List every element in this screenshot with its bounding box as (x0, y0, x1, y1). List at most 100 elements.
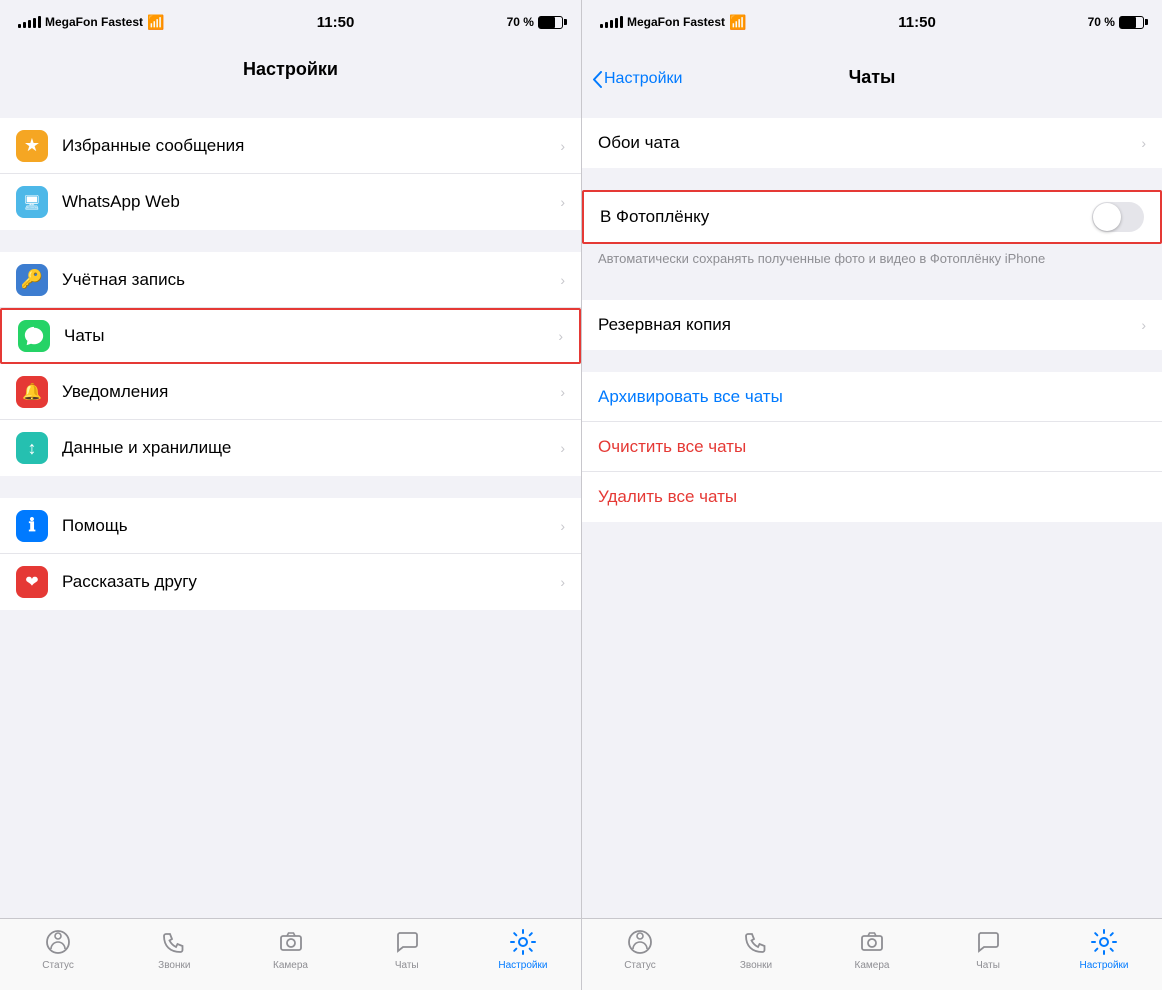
camera-icon-right (857, 927, 887, 957)
chats-icon (18, 320, 50, 352)
battery-area-right: 70 % (1088, 15, 1144, 29)
tab-chats-left[interactable]: Чаты (349, 927, 465, 971)
tab-status-label-right: Статус (624, 960, 656, 971)
notifications-label: Уведомления (62, 382, 552, 402)
row-delete-all[interactable]: Удалить все чаты (582, 472, 1162, 522)
help-icon: ℹ (16, 510, 48, 542)
row-tell-friend[interactable]: ❤ Рассказать другу › (0, 554, 581, 610)
row-chats[interactable]: Чаты › (0, 308, 581, 364)
row-chat-wallpaper[interactable]: Обои чата › (582, 118, 1162, 168)
tab-calls-label-right: Звонки (740, 960, 772, 971)
data-chevron: › (560, 440, 565, 456)
whatsapp-web-chevron: › (560, 194, 565, 210)
wifi-right: 📶 (729, 14, 746, 31)
tell-friend-icon: ❤ (16, 566, 48, 598)
row-archive-all[interactable]: Архивировать все чаты (582, 372, 1162, 422)
carrier-left: MegaFon Fastest (45, 15, 143, 29)
section-gap-r5 (582, 522, 1162, 544)
tab-status-label-left: Статус (42, 960, 74, 971)
help-chevron: › (560, 518, 565, 534)
archive-all-label: Архивировать все чаты (598, 387, 783, 407)
back-button[interactable]: Настройки (592, 70, 682, 88)
back-label: Настройки (604, 70, 682, 88)
row-save-to-camera-roll[interactable]: В Фотоплёнку (582, 190, 1162, 244)
status-icon-right (625, 927, 655, 957)
row-clear-all[interactable]: Очистить все чаты (582, 422, 1162, 472)
tab-chats-label-right: Чаты (976, 960, 1000, 971)
data-icon: ↕ (16, 432, 48, 464)
row-help[interactable]: ℹ Помощь › (0, 498, 581, 554)
settings-content-left: ★ Избранные сообщения › 🖥 WhatsApp Web ›… (0, 96, 581, 918)
notifications-icon: 🔔 (16, 376, 48, 408)
starred-icon: ★ (16, 130, 48, 162)
tab-camera-label-left: Камера (273, 960, 308, 971)
section-gap-1 (0, 96, 581, 118)
tab-calls-right[interactable]: Звонки (698, 927, 814, 971)
wifi-left: 📶 (147, 14, 164, 31)
row-backup[interactable]: Резервная копия › (582, 300, 1162, 350)
tab-status-right[interactable]: Статус (582, 927, 698, 971)
signal-left: MegaFon Fastest 📶 (18, 14, 164, 31)
section-gap-r1 (582, 96, 1162, 118)
tab-camera-right[interactable]: Камера (814, 927, 930, 971)
chats-tab-icon-right (973, 927, 1003, 957)
section-save-to-camera: В Фотоплёнку Автоматически сохранять пол… (582, 190, 1162, 278)
tab-chats-right[interactable]: Чаты (930, 927, 1046, 971)
chats-chevron: › (558, 328, 563, 344)
save-to-camera-toggle[interactable] (1092, 202, 1144, 232)
battery-icon-right (1119, 16, 1144, 29)
battery-fill-left (539, 17, 555, 28)
tab-settings-left[interactable]: Настройки (465, 927, 581, 971)
tab-status-left[interactable]: Статус (0, 927, 116, 971)
signal-bars-right (600, 16, 623, 28)
tab-settings-label-right: Настройки (1079, 960, 1128, 971)
chats-tab-icon-left (392, 927, 422, 957)
chats-label: Чаты (64, 326, 550, 346)
wallpaper-label: Обои чата (598, 133, 1141, 153)
section-gap-2 (0, 230, 581, 252)
row-starred[interactable]: ★ Избранные сообщения › (0, 118, 581, 174)
camera-icon-left (276, 927, 306, 957)
row-account[interactable]: 🔑 Учётная запись › (0, 252, 581, 308)
notifications-chevron: › (560, 384, 565, 400)
section-gap-3 (0, 476, 581, 498)
row-notifications[interactable]: 🔔 Уведомления › (0, 364, 581, 420)
right-panel: MegaFon Fastest 📶 11:50 70 % Настройки Ч… (581, 0, 1162, 990)
save-to-camera-label: В Фотоплёнку (600, 207, 1092, 227)
starred-chevron: › (560, 138, 565, 154)
battery-pct-left: 70 % (507, 15, 534, 29)
tab-bar-right: Статус Звонки Камера (582, 918, 1162, 990)
row-whatsapp-web[interactable]: 🖥 WhatsApp Web › (0, 174, 581, 230)
tab-camera-label-right: Камера (855, 960, 890, 971)
battery-icon-left (538, 16, 563, 29)
save-to-camera-subtext: Автоматически сохранять полученные фото … (582, 244, 1162, 278)
tab-calls-left[interactable]: Звонки (116, 927, 232, 971)
section-gap-r4 (582, 350, 1162, 372)
account-chevron: › (560, 272, 565, 288)
battery-fill-right (1120, 17, 1136, 28)
delete-all-label: Удалить все чаты (598, 487, 737, 507)
settings-tab-icon-right (1089, 927, 1119, 957)
signal-right: MegaFon Fastest 📶 (600, 14, 746, 31)
chats-settings-content: Обои чата › В Фотоплёнку Автоматически с… (582, 96, 1162, 918)
backup-label: Резервная копия (598, 315, 1141, 335)
battery-area-left: 70 % (507, 15, 563, 29)
page-title-right: Чаты (849, 67, 896, 88)
calls-icon-left (159, 927, 189, 957)
nav-header-right: Настройки Чаты (582, 44, 1162, 96)
left-panel: MegaFon Fastest 📶 11:50 70 % Настройки ★… (0, 0, 581, 990)
account-label: Учётная запись (62, 270, 552, 290)
section-backup: Резервная копия › (582, 300, 1162, 350)
section-wallpaper: Обои чата › (582, 118, 1162, 168)
tab-settings-right[interactable]: Настройки (1046, 927, 1162, 971)
toggle-knob (1093, 203, 1121, 231)
settings-tab-icon-left (508, 927, 538, 957)
whatsapp-web-label: WhatsApp Web (62, 192, 552, 212)
calls-icon-right (741, 927, 771, 957)
battery-pct-right: 70 % (1088, 15, 1115, 29)
time-left: 11:50 (317, 14, 355, 31)
row-data[interactable]: ↕ Данные и хранилище › (0, 420, 581, 476)
nav-header-left: Настройки (0, 44, 581, 96)
section-actions: Архивировать все чаты Очистить все чаты … (582, 372, 1162, 522)
tab-camera-left[interactable]: Камера (232, 927, 348, 971)
